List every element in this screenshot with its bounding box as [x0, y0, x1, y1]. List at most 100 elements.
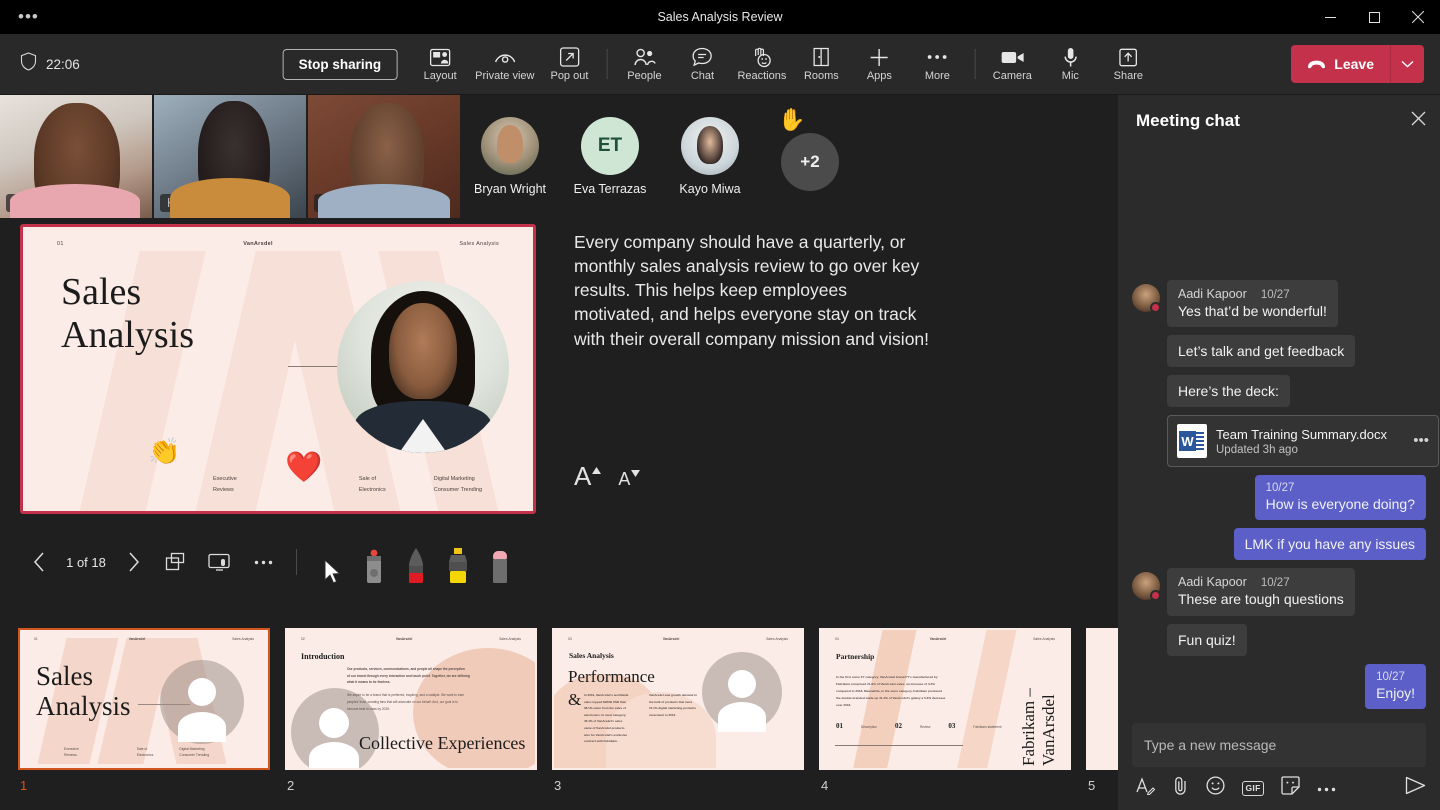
chat-message[interactable]: 10/27 How is everyone doing?	[1132, 475, 1426, 520]
thumb-footer-line: Reviews	[64, 752, 79, 758]
toolbar-item-share[interactable]: Share	[1099, 44, 1157, 84]
toolbar-label: Chat	[691, 70, 714, 82]
slide-grid-icon[interactable]	[156, 543, 194, 581]
shared-slide[interactable]: 01 VanArsdel Sales Analysis Sales Analys…	[20, 224, 536, 514]
video-tile-ray-tanaka[interactable]: Ray Tanaka	[308, 95, 460, 218]
composer-more-dots-icon[interactable]	[1317, 779, 1336, 797]
slide-thumbnail[interactable]: 02 VanArsdel Sales Analysis Introduction…	[285, 628, 537, 770]
toolbar-label: Apps	[867, 70, 892, 82]
attach-file-icon[interactable]	[1172, 776, 1189, 800]
slide-thumbnail[interactable]	[1086, 628, 1118, 770]
slide-thumbnail[interactable]: 04 VanArsdel Sales Analysis Partnership …	[819, 628, 1071, 770]
participant-tile-kayo-miwa[interactable]: Kayo Miwa	[660, 95, 760, 218]
cursor-tool[interactable]	[311, 539, 353, 585]
footer-line: Sale of	[359, 474, 386, 484]
format-text-icon[interactable]	[1136, 777, 1155, 800]
slide-thumbnail[interactable]: 01 VanArsdel Sales Analysis Sales Analys…	[18, 628, 270, 770]
next-slide-button[interactable]	[114, 543, 152, 581]
eye-icon	[493, 46, 516, 68]
toolbar-item-apps[interactable]: Apps	[850, 44, 908, 84]
footer-line: Consumer Trending	[434, 485, 482, 495]
toolbar-item-people[interactable]: People	[615, 44, 673, 84]
teams-meeting-window: ••• Sales Analysis Review 22:06 Stop sha…	[0, 0, 1440, 810]
message-time: 10/27	[1376, 671, 1405, 683]
toolbar-item-reactions[interactable]: Reactions	[731, 44, 792, 84]
thumb-title-line1: Sales	[36, 662, 131, 692]
presentation-more-dots-icon[interactable]	[244, 543, 282, 581]
video-tile-krystal-mckinney[interactable]: 👏 Krystal McKinney	[154, 95, 306, 218]
chat-message[interactable]: 10/27 Enjoy!	[1132, 664, 1426, 709]
avatar	[681, 117, 739, 175]
chat-message-list[interactable]: Aadi Kapoor 10/27 Yes that’d be wonderfu…	[1118, 147, 1440, 715]
chat-message[interactable]: Aadi Kapoor 10/27 Yes that’d be wonderfu…	[1132, 280, 1426, 327]
gif-icon[interactable]: GIF	[1242, 781, 1264, 796]
slide-number: 01	[57, 241, 177, 247]
video-tile-serena-davis[interactable]: Serena Davis	[0, 95, 152, 218]
presence-dnd-badge	[1150, 302, 1161, 313]
chat-message[interactable]: Let’s talk and get feedback	[1167, 335, 1426, 367]
toolbar-label: More	[925, 70, 950, 82]
toolbar-item-camera[interactable]: Camera	[983, 44, 1041, 84]
participant-tile-eva-terrazas[interactable]: ET Eva Terrazas	[560, 95, 660, 218]
participant-tile-bryan-wright[interactable]: Bryan Wright	[460, 95, 560, 218]
chat-file-attachment[interactable]: W Team Training Summary.docx Updated 3h …	[1167, 415, 1439, 467]
leave-button[interactable]: Leave	[1291, 45, 1390, 83]
message-bubble: Let’s talk and get feedback	[1167, 335, 1355, 367]
decrease-font-size-button[interactable]: A	[618, 469, 641, 488]
presenter-view-icon[interactable]	[200, 543, 238, 581]
slide-filmstrip[interactable]: 01 VanArsdel Sales Analysis Sales Analys…	[0, 620, 1118, 810]
stop-sharing-button[interactable]: Stop sharing	[283, 49, 398, 80]
toolbar-divider	[606, 49, 607, 79]
message-text: LMK if you have any issues	[1245, 535, 1415, 553]
chat-message[interactable]: LMK if you have any issues	[1132, 528, 1426, 560]
thumb-number: 2	[285, 778, 537, 793]
window-title: Sales Analysis Review	[0, 10, 1440, 24]
footer-line: Electronics	[359, 485, 386, 495]
emoji-icon[interactable]	[1206, 776, 1225, 800]
laser-pointer-tool[interactable]	[353, 539, 395, 585]
toolbar-item-private-view[interactable]: Private view	[469, 44, 540, 84]
chat-message[interactable]: Aadi Kapoor 10/27 These are tough questi…	[1132, 568, 1426, 615]
red-pen-tool[interactable]	[395, 539, 437, 585]
thumb-number: 3	[552, 778, 804, 793]
thumb-slide-number: 04	[835, 637, 881, 641]
thumb-slide-number: 02	[301, 637, 347, 641]
chat-message[interactable]: Fun quiz!	[1167, 624, 1426, 656]
toolbar-item-rooms[interactable]: Rooms	[792, 44, 850, 84]
controls-divider	[296, 549, 297, 575]
caret-up-icon	[591, 466, 602, 475]
increase-font-size-button[interactable]: A	[574, 464, 602, 488]
leave-options-chevron-down-icon[interactable]	[1390, 45, 1424, 83]
toolbar-item-chat[interactable]: Chat	[673, 44, 731, 84]
filmstrip-slide-5[interactable]: 5	[1086, 628, 1118, 793]
close-icon[interactable]	[1411, 111, 1426, 131]
sticker-icon[interactable]	[1281, 776, 1300, 800]
filmstrip-slide-1[interactable]: 01 VanArsdel Sales Analysis Sales Analys…	[18, 628, 270, 793]
chat-message[interactable]: Here’s the deck:	[1167, 375, 1426, 407]
participant-tile-overflow[interactable]: ✋ +2	[760, 95, 860, 218]
send-icon[interactable]	[1405, 776, 1426, 800]
previous-slide-button[interactable]	[20, 543, 58, 581]
yellow-highlighter-tool[interactable]	[437, 539, 479, 585]
file-more-dots-icon[interactable]: •••	[1413, 437, 1429, 445]
thumb-stat: 03	[948, 722, 955, 730]
message-bubble: Aadi Kapoor 10/27 Yes that’d be wonderfu…	[1167, 280, 1338, 327]
participant-name: Kayo Miwa	[679, 182, 740, 196]
toolbar-item-layout[interactable]: Layout	[411, 44, 469, 84]
toolbar-item-pop-out[interactable]: Pop out	[540, 44, 598, 84]
filmstrip-slide-3[interactable]: 03 VanArsdel Sales Analysis Sales Analys…	[552, 628, 804, 793]
message-time: 10/27	[1261, 289, 1290, 301]
toolbar-item-mic[interactable]: Mic	[1041, 44, 1099, 84]
file-name: Team Training Summary.docx	[1216, 427, 1387, 442]
filmstrip-slide-4[interactable]: 04 VanArsdel Sales Analysis Partnership …	[819, 628, 1071, 793]
meeting-toolbar: 22:06 Stop sharing Layout Private view	[0, 34, 1440, 95]
toolbar-item-more[interactable]: More	[908, 44, 966, 84]
slide-thumbnail[interactable]: 03 VanArsdel Sales Analysis Sales Analys…	[552, 628, 804, 770]
apps-plus-icon	[869, 46, 890, 68]
font-size-controls: A A	[574, 464, 932, 488]
filmstrip-slide-2[interactable]: 02 VanArsdel Sales Analysis Introduction…	[285, 628, 537, 793]
people-icon	[632, 46, 656, 68]
message-input[interactable]: Type a new message	[1132, 723, 1426, 767]
eraser-tool[interactable]	[479, 539, 521, 585]
slide-page-indicator: 1 of 18	[58, 555, 114, 570]
